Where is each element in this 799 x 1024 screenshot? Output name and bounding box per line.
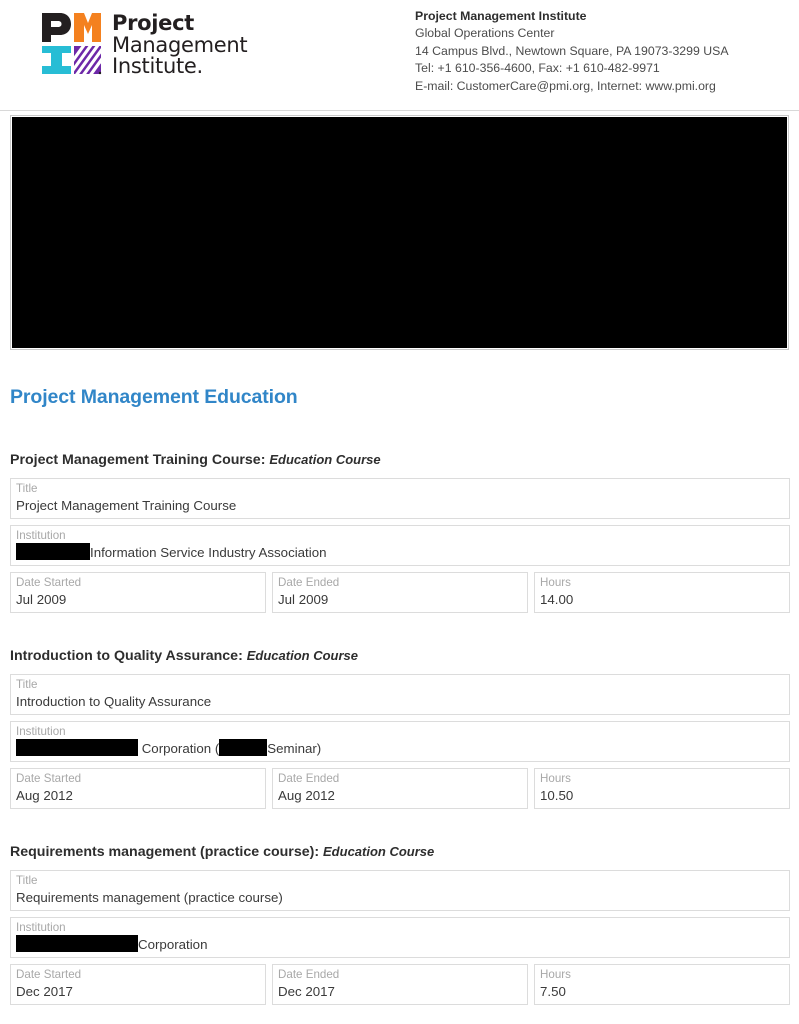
redaction-bar: [16, 935, 138, 952]
title-field-value: Introduction to Quality Assurance: [16, 694, 212, 709]
contact-center: Global Operations Center: [415, 26, 555, 41]
course-heading-name: Requirements management (practice course…: [10, 844, 315, 860]
institute-contact-block: Project Management Institute Global Oper…: [415, 8, 729, 95]
course-dates-row: Date Started Aug 2012 Date Ended Aug 2012 Ho…: [10, 768, 790, 815]
header-divider: [0, 110, 799, 111]
course-heading: Requirements management (practice course…: [10, 844, 435, 860]
date-ended-label: Date Ended: [278, 576, 340, 589]
title-field-value: Project Management Training Course: [16, 498, 237, 513]
hours-field[interactable]: Hours 14.00: [534, 572, 790, 613]
institution-field-label: Institution: [16, 725, 66, 738]
hours-field-value: 7.50: [540, 984, 566, 999]
hours-field-value: 10.50: [540, 788, 574, 803]
contact-org-name: Project Management Institute: [415, 9, 587, 23]
date-started-field[interactable]: Date Started Dec 2017: [10, 964, 266, 1005]
date-ended-field-value: Jul 2009: [278, 592, 329, 607]
redacted-image-block: [12, 117, 787, 348]
course-heading-name: Project Management Training Course: [10, 452, 261, 468]
hours-label: Hours: [540, 576, 571, 589]
course-heading: Project Management Training Course: Educ…: [10, 452, 381, 468]
institution-field[interactable]: Institution Information Service Industry …: [10, 525, 790, 566]
redacted-image-frame: [10, 115, 789, 350]
date-started-label: Date Started: [16, 968, 82, 981]
redaction-bar: [16, 543, 90, 560]
course-list: Project Management Training Course: Educ…: [0, 452, 799, 1011]
title-field-label: Title: [16, 678, 38, 691]
pmi-logo-svg: [42, 13, 102, 75]
contact-phone: Tel: +1 610-356-4600, Fax: +1 610-482-99…: [415, 61, 660, 76]
pmi-logo-wordmark: Project Management Institute.: [112, 11, 248, 78]
course-block: Project Management Training Course: Educ…: [0, 452, 799, 619]
course-heading-name: Introduction to Quality Assurance: [10, 648, 239, 664]
hours-field-value: 14.00: [540, 592, 574, 607]
course-heading-kind: Education Course: [323, 844, 435, 859]
date-started-field-value: Aug 2012: [16, 788, 73, 803]
title-field[interactable]: Title Requirements management (practice c…: [10, 870, 790, 911]
contact-address: 14 Campus Blvd., Newtown Square, PA 1907…: [415, 43, 729, 58]
institution-field-value: Information Service Industry Association: [16, 543, 789, 563]
course-heading-kind: Education Course: [269, 452, 381, 467]
date-started-field[interactable]: Date Started Aug 2012: [10, 768, 266, 809]
date-started-field-value: Dec 2017: [16, 984, 73, 999]
course-dates-row: Date Started Jul 2009 Date Ended Jul 2009 Ho…: [10, 572, 790, 619]
title-field-label: Title: [16, 482, 38, 495]
redaction-bar: [219, 739, 268, 756]
pmi-logo: Project Management Institute.: [40, 11, 248, 78]
title-field[interactable]: Title Project Management Training Course: [10, 478, 790, 519]
main-content: Project Management Education Project Man…: [0, 358, 799, 1011]
date-started-label: Date Started: [16, 576, 82, 589]
date-ended-field[interactable]: Date Ended Dec 2017: [272, 964, 528, 1005]
course-heading-kind: Education Course: [246, 648, 358, 663]
date-ended-label: Date Ended: [278, 772, 340, 785]
contact-email: E-mail: CustomerCare@pmi.org, Internet: …: [415, 78, 716, 93]
redaction-bar: [16, 739, 138, 756]
date-ended-label: Date Ended: [278, 968, 340, 981]
date-ended-field[interactable]: Date Ended Jul 2009: [272, 572, 528, 613]
institution-field-label: Institution: [16, 529, 66, 542]
date-ended-field[interactable]: Date Ended Aug 2012: [272, 768, 528, 809]
course-block: Introduction to Quality Assurance: Educa…: [0, 648, 799, 815]
hours-label: Hours: [540, 772, 571, 785]
course-heading: Introduction to Quality Assurance: Educa…: [10, 648, 358, 664]
logo-line-3: Institute.: [112, 54, 203, 78]
date-started-label: Date Started: [16, 772, 82, 785]
logo-line-1: Project: [112, 11, 195, 35]
logo-line-2: Management: [112, 32, 248, 57]
institution-field-value: Corporation (Seminar): [16, 739, 789, 759]
page-header: Project Management Institute. Project Ma…: [0, 0, 799, 111]
title-field[interactable]: Title Introduction to Quality Assurance: [10, 674, 790, 715]
page-title: Project Management Education: [10, 386, 298, 408]
hours-field[interactable]: Hours 7.50: [534, 964, 790, 1005]
date-started-field-value: Jul 2009: [16, 592, 67, 607]
hours-label: Hours: [540, 968, 571, 981]
course-block: Requirements management (practice course…: [0, 844, 799, 1011]
date-ended-field-value: Aug 2012: [278, 788, 335, 803]
institution-field-label: Institution: [16, 921, 66, 934]
institution-field[interactable]: Institution Corporation: [10, 917, 790, 958]
pmi-logo-mark: [40, 11, 102, 77]
date-ended-field-value: Dec 2017: [278, 984, 335, 999]
institution-field[interactable]: Institution Corporation (Seminar): [10, 721, 790, 762]
course-dates-row: Date Started Dec 2017 Date Ended Dec 2017 Ho…: [10, 964, 790, 1011]
title-field-label: Title: [16, 874, 38, 887]
title-field-value: Requirements management (practice course…: [16, 890, 283, 905]
date-started-field[interactable]: Date Started Jul 2009: [10, 572, 266, 613]
hours-field[interactable]: Hours 10.50: [534, 768, 790, 809]
institution-field-value: Corporation: [16, 935, 789, 955]
